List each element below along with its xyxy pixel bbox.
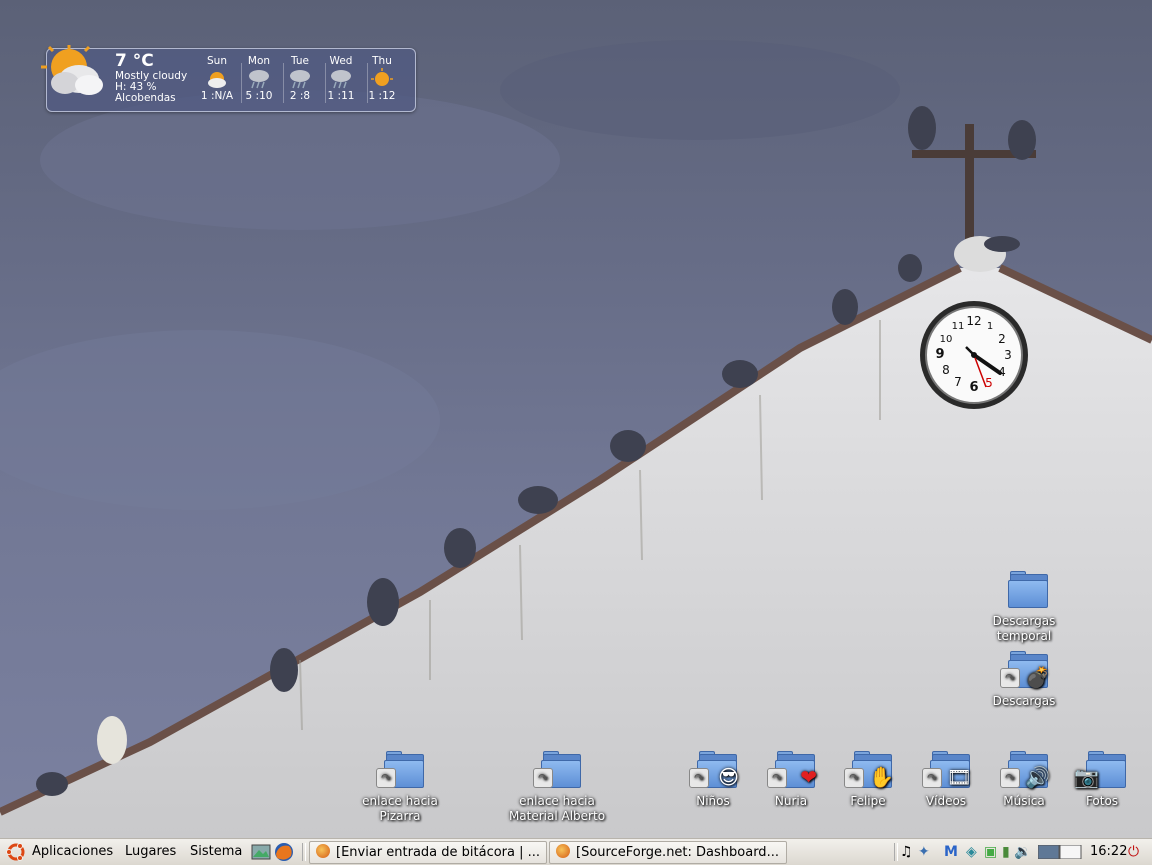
sun-icon — [371, 68, 393, 86]
clock-numeral: 6 — [969, 380, 978, 395]
update-notifier-icon[interactable]: ▣ — [984, 843, 997, 861]
icon-label: Vídeos — [925, 794, 967, 808]
rain-cloud-icon — [249, 70, 269, 89]
desktop-background: 7 °C Mostly cloudy H: 43 % Alcobendas Su… — [0, 0, 1152, 838]
forecast-temps: 1 :11 — [327, 90, 355, 102]
folder-link-icon: ↷ — [376, 746, 424, 794]
folder-link-icon: ↷ ❤ — [767, 746, 817, 794]
icon-label: Material Alberto — [508, 809, 606, 823]
icon-label: Fotos — [1085, 794, 1119, 808]
rain-cloud-icon — [290, 70, 310, 89]
forecast-day-name: Sun — [207, 55, 227, 67]
folder-link-icon: ↷ 🎞 — [922, 746, 972, 794]
bottom-panel: Aplicaciones Lugares Sistema [Enviar ent… — [0, 838, 1152, 865]
camera-emblem-icon: 📷 — [1074, 765, 1099, 789]
logout-icon[interactable]: ⏻ — [1128, 843, 1139, 861]
clock-numeral: 9 — [935, 347, 944, 362]
link-material-alberto[interactable]: ↷ enlace hacia Material Alberto — [502, 746, 612, 824]
task-title: [Enviar entrada de bitácora | ... — [336, 845, 541, 860]
folder-fotos[interactable]: 📷 Fotos — [1047, 746, 1152, 809]
icon-label: Niños — [696, 794, 730, 808]
workspace-switcher[interactable] — [1038, 845, 1082, 859]
analog-clock[interactable]: 12 1 2 3 4 5 6 7 8 9 10 11 — [918, 299, 1030, 411]
folder-link-icon: ↷ 🔊 — [1000, 746, 1050, 794]
clock-numeral: 3 — [1004, 348, 1012, 362]
clock-numeral: 7 — [954, 375, 962, 389]
image-viewer-launcher-icon[interactable] — [251, 843, 271, 861]
folder-descargas[interactable]: ↷ 💣 Descargas — [969, 646, 1079, 709]
firefox-icon — [556, 844, 570, 858]
clock-numeral: 2 — [998, 332, 1006, 346]
volume-icon[interactable]: 🔉 — [1014, 843, 1031, 861]
taskbar-window-enviar-entrada[interactable]: [Enviar entrada de bitácora | ... — [309, 841, 547, 864]
forecast-temps: 1 :12 — [368, 90, 396, 102]
mail-icon[interactable]: M — [944, 843, 958, 861]
task-title: [SourceForge.net: Dashboard... — [576, 845, 779, 860]
folder-link-icon: ↷ — [533, 746, 581, 794]
folder-descargas-temporal[interactable]: Descargas temporal — [969, 566, 1079, 644]
forecast-temps: 2 :8 — [289, 90, 311, 102]
link-pizarra[interactable]: ↷ enlace hacia Pizarra — [345, 746, 455, 824]
icon-label: Nuria — [774, 794, 808, 808]
folder-link-icon: ↷ 💣 — [1000, 646, 1050, 694]
icon-label: Música — [1003, 794, 1045, 808]
sun-cloud-icon — [208, 72, 226, 88]
music-note-icon[interactable]: ♫ — [900, 843, 913, 861]
folder-icon: 📷 — [1074, 746, 1126, 794]
network-icon[interactable]: ◈ — [966, 843, 977, 861]
forecast-day-name: Tue — [291, 55, 309, 67]
menu-system[interactable]: Sistema — [190, 844, 242, 859]
icon-label: Descargas temporal — [992, 614, 1056, 643]
icon-label: Felipe — [850, 794, 886, 808]
icon-label: enlace hacia Pizarra — [362, 794, 438, 823]
clock-numeral: 10 — [940, 334, 953, 345]
clock-numeral: 12 — [966, 314, 981, 328]
rain-cloud-icon — [331, 70, 351, 89]
menu-places[interactable]: Lugares — [125, 844, 176, 859]
weather-widget[interactable]: 7 °C Mostly cloudy H: 43 % Alcobendas Su… — [41, 45, 416, 112]
partly-cloudy-icon — [41, 45, 103, 95]
forecast-day-1: Mon 5 :10 — [239, 55, 279, 102]
forecast-temps: 5 :10 — [245, 90, 273, 102]
taskbar-window-sourceforge[interactable]: [SourceForge.net: Dashboard... — [549, 841, 787, 864]
forecast-day-2: Tue 2 :8 — [280, 55, 320, 102]
firefox-launcher-icon[interactable] — [273, 842, 295, 862]
firefox-icon — [316, 844, 330, 858]
menu-applications[interactable]: Aplicaciones — [32, 844, 113, 859]
location: Alcobendas — [115, 92, 176, 104]
forecast-day-name: Thu — [372, 55, 392, 67]
forecast-day-0: Sun 1 :N/A — [197, 55, 237, 102]
panel-clock[interactable]: 16:22 — [1090, 843, 1127, 861]
clock-numeral: 5 — [985, 376, 993, 390]
ubuntu-logo-icon — [6, 843, 25, 861]
battery-icon[interactable]: ▮ — [1002, 843, 1010, 861]
clock-numeral: 8 — [942, 363, 950, 377]
clock-numeral: 1 — [987, 321, 993, 332]
current-temperature: 7 °C — [115, 51, 154, 71]
forecast-day-4: Thu 1 :12 — [362, 55, 402, 102]
wallpaper-image — [0, 40, 1152, 838]
folder-link-icon: ↷ 😎 — [689, 746, 739, 794]
forecast-day-name: Wed — [329, 55, 353, 67]
bomb-emblem-icon: 💣 — [1025, 665, 1050, 689]
forecast-day-name: Mon — [247, 55, 271, 67]
icon-label: enlace hacia — [519, 794, 595, 808]
clock-numeral: 11 — [952, 321, 965, 332]
folder-link-icon: ↷ ✋ — [844, 746, 894, 794]
puzzle-icon[interactable]: ✦ — [918, 843, 930, 861]
forecast-day-3: Wed 1 :11 — [321, 55, 361, 102]
forecast-temps: 1 :N/A — [200, 90, 234, 102]
icon-label: Descargas — [992, 694, 1056, 708]
folder-icon — [1000, 566, 1048, 614]
